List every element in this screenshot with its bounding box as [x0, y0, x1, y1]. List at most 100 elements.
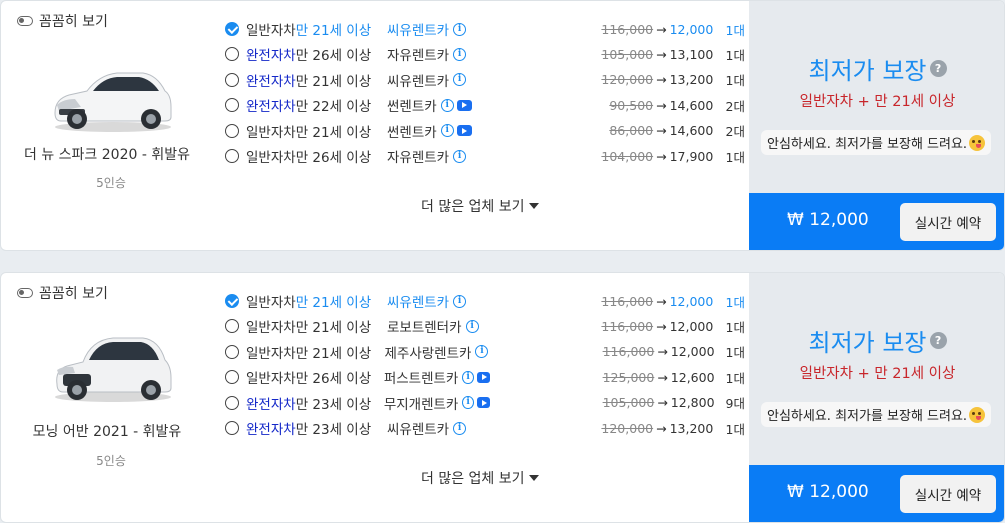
info-circle-icon[interactable]: i: [453, 73, 467, 87]
available-count: 1대: [725, 47, 745, 63]
rental-option-row[interactable]: 완전자차 만 21세 이상 씨유렌트카 i 120,000 → 13,200 1대: [225, 68, 745, 92]
rental-company: 자유렌트카 i: [387, 44, 482, 64]
info-circle-icon[interactable]: i: [440, 124, 454, 138]
detail-view-toggle[interactable]: 꼼꼼히 보기: [17, 11, 108, 31]
rental-option-row[interactable]: 완전자차 만 22세 이상 썬렌트카 i 90,500 → 14,600 2대: [225, 93, 745, 117]
caret-down-icon: [528, 203, 539, 209]
detail-view-toggle[interactable]: 꼼꼼히 보기: [17, 283, 108, 303]
info-circle-icon[interactable]: i: [440, 98, 454, 112]
discount-price: 14,600: [669, 97, 714, 113]
youtube-play-icon[interactable]: [476, 397, 490, 409]
toggle-label: 꼼꼼히 보기: [39, 14, 108, 30]
youtube-play-icon[interactable]: [476, 371, 490, 383]
age-requirement: 만 21세 이상: [295, 23, 372, 39]
company-name: 자유렌트카: [387, 150, 450, 166]
price-panel: 최저가 보장 ? 일반자차 + 만 21세 이상 안심하세요. 최저가를 보장해…: [749, 1, 1004, 250]
smiling-face-icon: [969, 406, 986, 423]
total-price: ₩ 12,000: [787, 482, 869, 502]
option-radio[interactable]: [225, 22, 239, 36]
rental-option-row[interactable]: 일반자차 만 26세 이상 퍼스트렌트카 i 125,000 → 12,600 1대: [225, 365, 745, 389]
company-name: 씨유렌트카: [387, 73, 450, 90]
youtube-play-icon[interactable]: [456, 99, 472, 111]
rental-option-row[interactable]: 일반자차 만 21세 이상 제주사랑렌트카 i 116,000 → 12,000 1대: [225, 340, 745, 364]
insurance-type: 일반자차: [246, 150, 296, 166]
question-circle-icon[interactable]: ?: [929, 60, 947, 77]
original-price: 105,000: [601, 46, 654, 62]
option-radio[interactable]: [225, 319, 239, 334]
option-radio[interactable]: [225, 47, 239, 62]
company-name: 로보트렌터카: [387, 320, 462, 337]
age-requirement: 만 21세 이상: [295, 320, 372, 337]
option-radio[interactable]: [225, 98, 239, 113]
rental-company: 씨유렌트카 i: [387, 291, 482, 311]
info-circle-icon[interactable]: i: [453, 149, 467, 163]
rental-option-row[interactable]: 일반자차 만 21세 이상 씨유렌트카 i 116,000 → 12,000 1대: [225, 289, 745, 313]
option-radio[interactable]: [225, 421, 239, 435]
toggle-switch-icon: [17, 288, 33, 298]
discount-price: 12,000: [669, 293, 714, 309]
company-name: 자유렌트카: [387, 48, 450, 65]
reassure-message: 안심하세요. 최저가를 보장해 드려요.: [761, 402, 992, 427]
info-circle-icon[interactable]: i: [453, 47, 467, 61]
realtime-booking-button[interactable]: 실시간 예약: [900, 475, 996, 513]
info-circle-icon[interactable]: i: [453, 22, 467, 36]
rental-company: 씨유렌트카 i: [387, 70, 482, 90]
original-price: 105,000: [602, 395, 655, 411]
age-requirement: 만 26세 이상: [295, 48, 372, 65]
available-count: 9대: [725, 396, 745, 412]
car-summary: 꼼꼼히 보기 모닝 어반 2021 - 휘발유 5인승: [1, 273, 213, 522]
info-circle-icon[interactable]: i: [475, 345, 489, 359]
youtube-play-icon[interactable]: [456, 125, 472, 137]
discount-price: 12,800: [670, 395, 715, 411]
option-radio[interactable]: [225, 370, 239, 385]
option-radio[interactable]: [225, 395, 239, 410]
option-radio[interactable]: [225, 294, 239, 308]
option-radio[interactable]: [225, 344, 239, 359]
company-name: 씨유렌트카: [387, 422, 450, 438]
car-image: [54, 72, 172, 132]
arrow-right-icon: →: [656, 293, 667, 309]
booking-bar: ₩ 12,000 실시간 예약: [749, 193, 1004, 250]
discount-price: 13,100: [669, 46, 714, 62]
discount-price: 12,000: [669, 21, 714, 37]
rental-option-row[interactable]: 일반자차 만 26세 이상 자유렌트카 i 104,000 → 17,900 1대: [225, 144, 745, 168]
rental-option-row[interactable]: 완전자차 만 23세 이상 무지개렌트카 i 105,000 → 12,800 9대: [225, 391, 745, 415]
original-price: 116,000: [602, 344, 655, 360]
info-circle-icon[interactable]: i: [465, 319, 479, 333]
info-circle-icon[interactable]: i: [462, 396, 474, 410]
insurance-type: 완전자차: [246, 99, 296, 116]
option-radio[interactable]: [225, 72, 239, 87]
caret-down-icon: [528, 475, 539, 481]
rental-options: 일반자차 만 21세 이상 씨유렌트카 i 116,000 → 12,000 1대 완전자차 만 …: [213, 1, 749, 250]
available-count: 1대: [725, 22, 745, 38]
rental-option-row[interactable]: 일반자차 만 21세 이상 썬렌트카 i 86,000 → 14,600 2대: [225, 119, 745, 143]
rental-company: 씨유렌트카 i: [387, 19, 482, 39]
question-circle-icon[interactable]: ?: [929, 332, 947, 349]
car-seats: 5인승: [96, 454, 126, 468]
option-radio[interactable]: [225, 149, 239, 163]
guarantee-title: 최저가 보장: [808, 57, 927, 85]
rental-option-row[interactable]: 완전자차 만 23세 이상 씨유렌트카 i 120,000 → 13,200 1대: [225, 416, 745, 440]
info-circle-icon[interactable]: i: [453, 294, 467, 308]
car-name: 더 뉴 스파크 2020 - 휘발유: [24, 147, 190, 163]
insurance-type: 일반자차: [246, 295, 296, 311]
available-count: 1대: [725, 73, 745, 89]
info-circle-icon[interactable]: i: [453, 421, 467, 435]
more-companies-button[interactable]: 더 많은 업체 보기: [421, 468, 539, 488]
rental-option-row[interactable]: 완전자차 만 26세 이상 자유렌트카 i 105,000 → 13,100 1대: [225, 42, 745, 66]
available-count: 2대: [725, 98, 745, 114]
more-companies-button[interactable]: 더 많은 업체 보기: [421, 196, 539, 216]
arrow-right-icon: →: [656, 21, 667, 37]
rental-option-row[interactable]: 일반자차 만 21세 이상 씨유렌트카 i 116,000 → 12,000 1대: [225, 17, 745, 41]
original-price: 120,000: [601, 72, 654, 88]
option-radio[interactable]: [225, 123, 239, 138]
age-requirement: 만 21세 이상: [295, 295, 372, 311]
info-circle-icon[interactable]: i: [462, 370, 474, 384]
guarantee-title: 최저가 보장: [808, 329, 927, 357]
more-companies-label: 더 많은 업체 보기: [421, 199, 525, 215]
realtime-booking-button[interactable]: 실시간 예약: [900, 203, 996, 241]
discount-price: 13,200: [669, 420, 714, 436]
rental-option-row[interactable]: 일반자차 만 21세 이상 로보트렌터카 i 116,000 → 12,000 1대: [225, 314, 745, 338]
available-count: 1대: [725, 294, 745, 310]
company-name: 퍼스트렌트카: [383, 371, 459, 388]
